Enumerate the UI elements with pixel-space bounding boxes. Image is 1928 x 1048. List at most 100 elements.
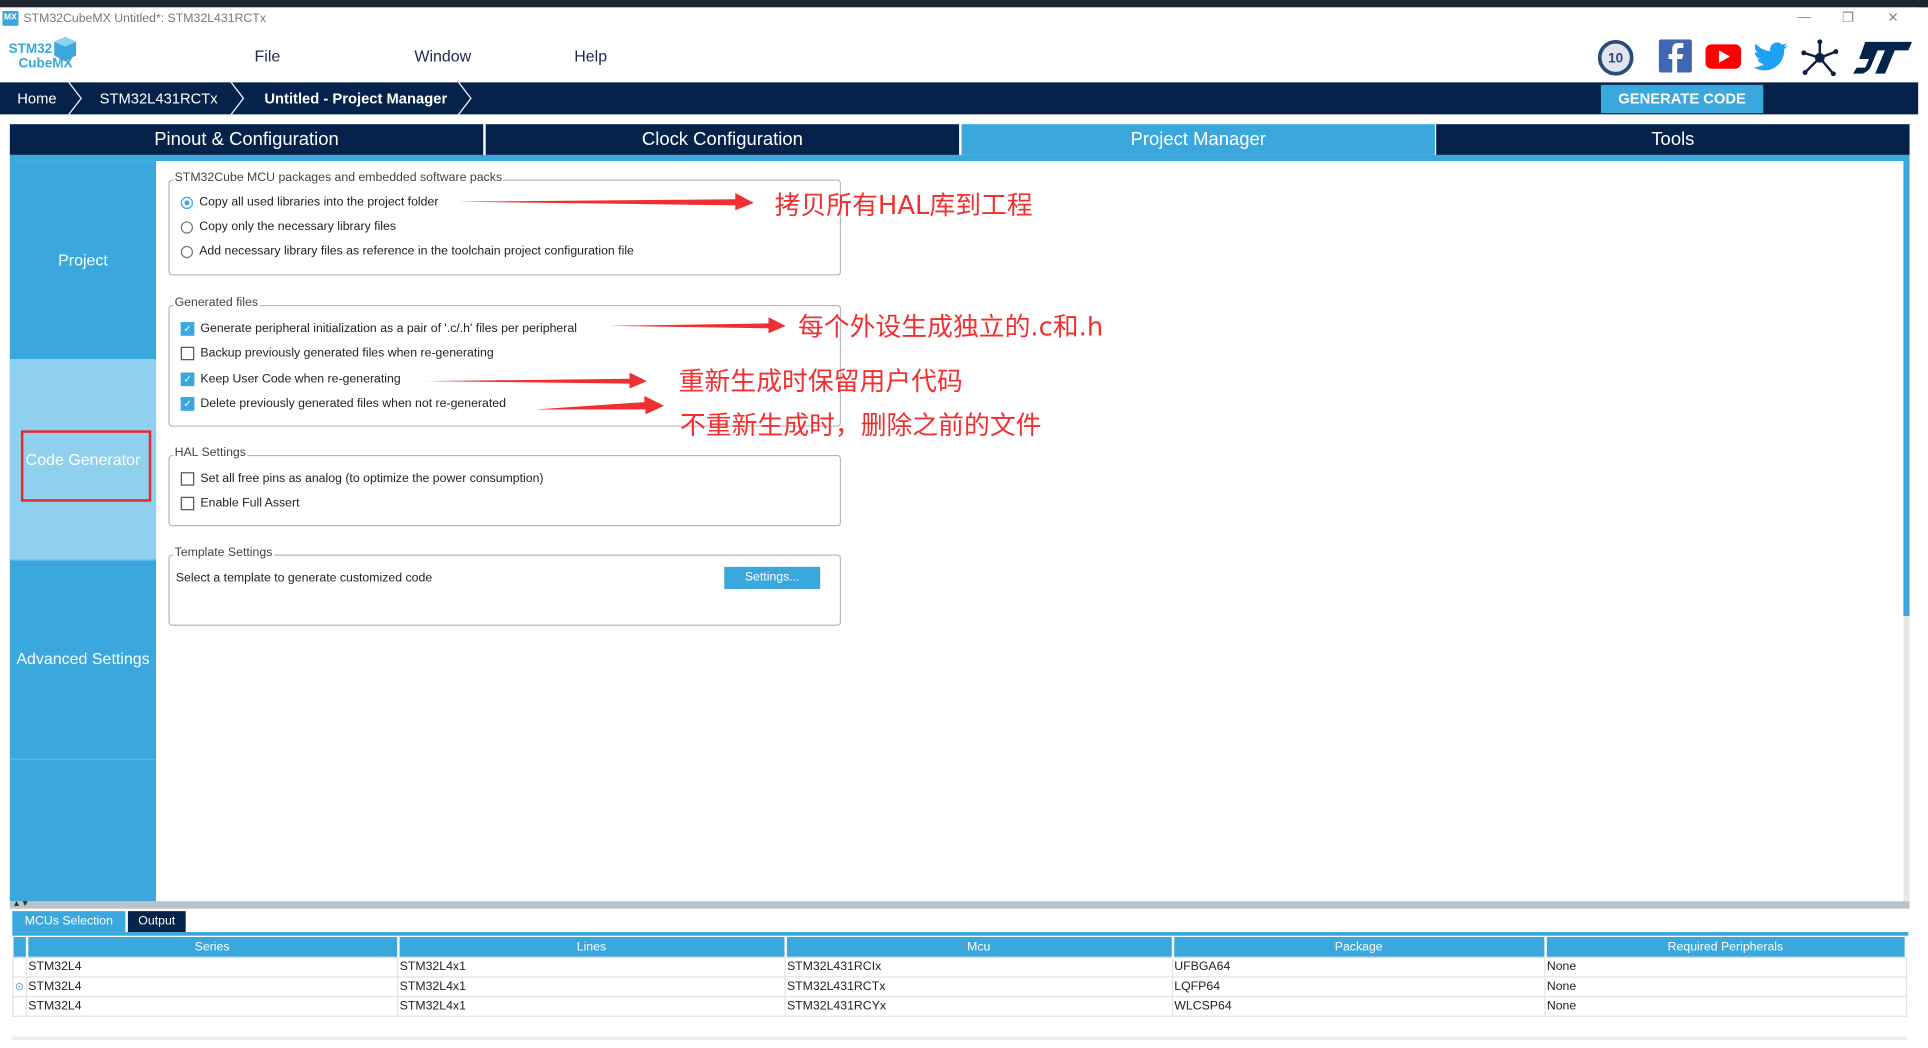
chevron-right-icon: [230, 82, 245, 115]
radio-icon[interactable]: [180, 196, 194, 209]
cell-package: LQFP64: [1171, 976, 1546, 998]
column-header-series[interactable]: Series: [26, 936, 400, 958]
checkbox-checked-icon[interactable]: ✓: [180, 397, 195, 411]
cell-mcu: STM32L431RCIx: [784, 956, 1174, 978]
template-description: Select a template to generate customized…: [175, 571, 433, 586]
cell-required-peripherals: None: [1544, 995, 1907, 1017]
sidebar: Project Code Generator Advanced Settings: [9, 161, 157, 902]
radio-icon[interactable]: [180, 220, 194, 234]
cell-series: STM32L4: [25, 995, 399, 1017]
column-header-required-peripherals[interactable]: Required Peripherals: [1544, 936, 1908, 958]
tab-clock-configuration[interactable]: Clock Configuration: [485, 124, 960, 155]
column-header-package[interactable]: Package: [1172, 936, 1547, 958]
row-select-cell[interactable]: [12, 995, 28, 1017]
checkbox-checked-icon[interactable]: ✓: [180, 322, 195, 336]
row-select-cell[interactable]: ⊙: [12, 976, 28, 998]
radio-icon[interactable]: [180, 245, 194, 258]
column-header-lines[interactable]: Lines: [397, 936, 787, 958]
checkbox-delete-previous[interactable]: ✓ Delete previously generated files when …: [180, 397, 506, 411]
checkbox-icon[interactable]: [180, 346, 195, 361]
cell-package: UFBGA64: [1171, 956, 1546, 978]
vertical-scrollbar[interactable]: [1903, 161, 1910, 902]
cell-required-peripherals: None: [1544, 976, 1907, 998]
table-row[interactable]: STM32L4 STM32L4x1 STM32L431RCIx UFBGA64 None: [12, 956, 1907, 978]
table-row[interactable]: STM32L4 STM32L4x1 STM32L431RCYx WLCSP64 None: [12, 995, 1907, 1017]
table-row[interactable]: ⊙ STM32L4 STM32L4x1 STM32L431RCTx LQFP64 None: [12, 976, 1907, 998]
facebook-icon[interactable]: [1658, 39, 1692, 73]
checkbox-keep-user-code[interactable]: ✓ Keep User Code when re-generating: [180, 372, 401, 387]
breadcrumb-project-manager[interactable]: Untitled - Project Manager: [264, 90, 447, 107]
breadcrumb-home[interactable]: Home: [17, 90, 56, 107]
annotation-note: 不重新生成时，删除之前的文件: [679, 410, 1042, 441]
bottom-tab-underline: [12, 932, 1909, 936]
svg-text:10: 10: [1608, 51, 1623, 66]
menu-file[interactable]: File: [255, 47, 281, 65]
window-title: STM32CubeMX Untitled*: STM32L431RCTx: [23, 12, 266, 26]
sidebar-item-advanced-settings[interactable]: Advanced Settings: [9, 559, 157, 760]
cell-lines: STM32L4x1: [397, 976, 786, 998]
cell-required-peripherals: None: [1544, 956, 1907, 978]
cell-mcu: STM32L431RCYx: [784, 995, 1174, 1017]
column-header-mcu[interactable]: Mcu: [785, 936, 1174, 958]
cell-lines: STM32L4x1: [397, 995, 786, 1017]
twitter-icon[interactable]: [1753, 42, 1788, 72]
checkbox-icon[interactable]: [180, 496, 195, 511]
checkbox-checked-icon[interactable]: ✓: [180, 372, 195, 387]
cell-package: WLCSP64: [1171, 995, 1546, 1017]
radio-copy-all-libraries[interactable]: Copy all used libraries into the project…: [180, 195, 439, 210]
annotation-note: 每个外设生成独立的.c和.h: [798, 312, 1104, 342]
youtube-icon[interactable]: [1705, 44, 1742, 69]
checkbox-backup-files[interactable]: Backup previously generated files when r…: [180, 346, 494, 361]
app-icon: MX: [2, 11, 19, 26]
tab-mcus-selection[interactable]: MCUs Selection: [12, 911, 126, 933]
app-window: MX STM32CubeMX Untitled*: STM32L431RCTx …: [0, 0, 1928, 1048]
breadcrumb-mcu[interactable]: STM32L431RCTx: [100, 90, 218, 107]
annotation-note: 重新生成时保留用户代码: [678, 366, 963, 396]
checkbox-generate-pair-files[interactable]: ✓ Generate peripheral initialization as a…: [180, 322, 577, 336]
radio-copy-necessary-libraries[interactable]: Copy only the necessary library files: [180, 220, 397, 234]
checkbox-free-pins-analog[interactable]: Set all free pins as analog (to optimize…: [180, 472, 544, 486]
panel-splitter[interactable]: ▲▼: [9, 900, 1910, 909]
anniversary-10-years-icon[interactable]: 10: [1597, 39, 1634, 76]
breadcrumb: Home STM32L431RCTx Untitled - Project Ma…: [0, 82, 1919, 115]
stm32cubemx-logo: STM32 CubeMX: [9, 36, 83, 79]
close-button[interactable]: ✕: [1887, 10, 1898, 26]
annotation-note: 拷贝所有HAL库到工程: [774, 190, 1033, 221]
menu-window[interactable]: Window: [414, 47, 471, 65]
option-label: Keep User Code when re-generating: [200, 372, 401, 387]
os-taskbar-strip: [0, 0, 1928, 8]
highlight-box: [20, 430, 152, 502]
option-label: Copy only the necessary library files: [199, 220, 397, 234]
generate-code-button[interactable]: GENERATE CODE: [1600, 84, 1764, 114]
tab-project-manager[interactable]: Project Manager: [961, 124, 1435, 155]
menu-help[interactable]: Help: [574, 47, 607, 65]
fieldset-legend: STM32Cube MCU packages and embedded soft…: [173, 170, 504, 185]
checkbox-icon[interactable]: [180, 472, 195, 486]
radio-add-as-reference[interactable]: Add necessary library files as reference…: [180, 245, 634, 258]
selected-check-icon: ⊙: [14, 979, 25, 993]
checkbox-full-assert[interactable]: Enable Full Assert: [180, 496, 300, 511]
tab-output[interactable]: Output: [127, 911, 186, 933]
main-tabs: Pinout & Configuration Clock Configurati…: [9, 124, 1910, 155]
tab-pinout-configuration[interactable]: Pinout & Configuration: [9, 124, 484, 155]
table-empty-area: [12, 1017, 1908, 1041]
option-label: Copy all used libraries into the project…: [199, 195, 439, 210]
settings-button[interactable]: Settings...: [724, 566, 821, 589]
cell-lines: STM32L4x1: [397, 956, 786, 978]
minimize-button[interactable]: —: [1798, 10, 1812, 25]
expand-collapse-icon[interactable]: ▲▼: [10, 900, 29, 909]
cell-series: STM32L4: [25, 976, 399, 998]
cube-icon: [54, 36, 77, 62]
hal-settings-fieldset: HAL Settings Set all free pins as analog…: [168, 446, 842, 527]
network-icon[interactable]: [1801, 39, 1839, 77]
st-logo-icon[interactable]: [1853, 41, 1913, 74]
restore-button[interactable]: ❐: [1842, 10, 1854, 26]
option-label: Generate peripheral initialization as a …: [200, 322, 577, 336]
tab-tools[interactable]: Tools: [1436, 124, 1910, 155]
menu-bar: STM32 CubeMX File Window Help 10: [0, 32, 1918, 82]
cell-series: STM32L4: [25, 956, 399, 978]
row-select-cell[interactable]: [12, 956, 28, 978]
cell-mcu: STM32L431RCTx: [784, 976, 1174, 998]
sidebar-item-project[interactable]: Project: [9, 161, 157, 361]
packages-fieldset: STM32Cube MCU packages and embedded soft…: [168, 170, 842, 276]
